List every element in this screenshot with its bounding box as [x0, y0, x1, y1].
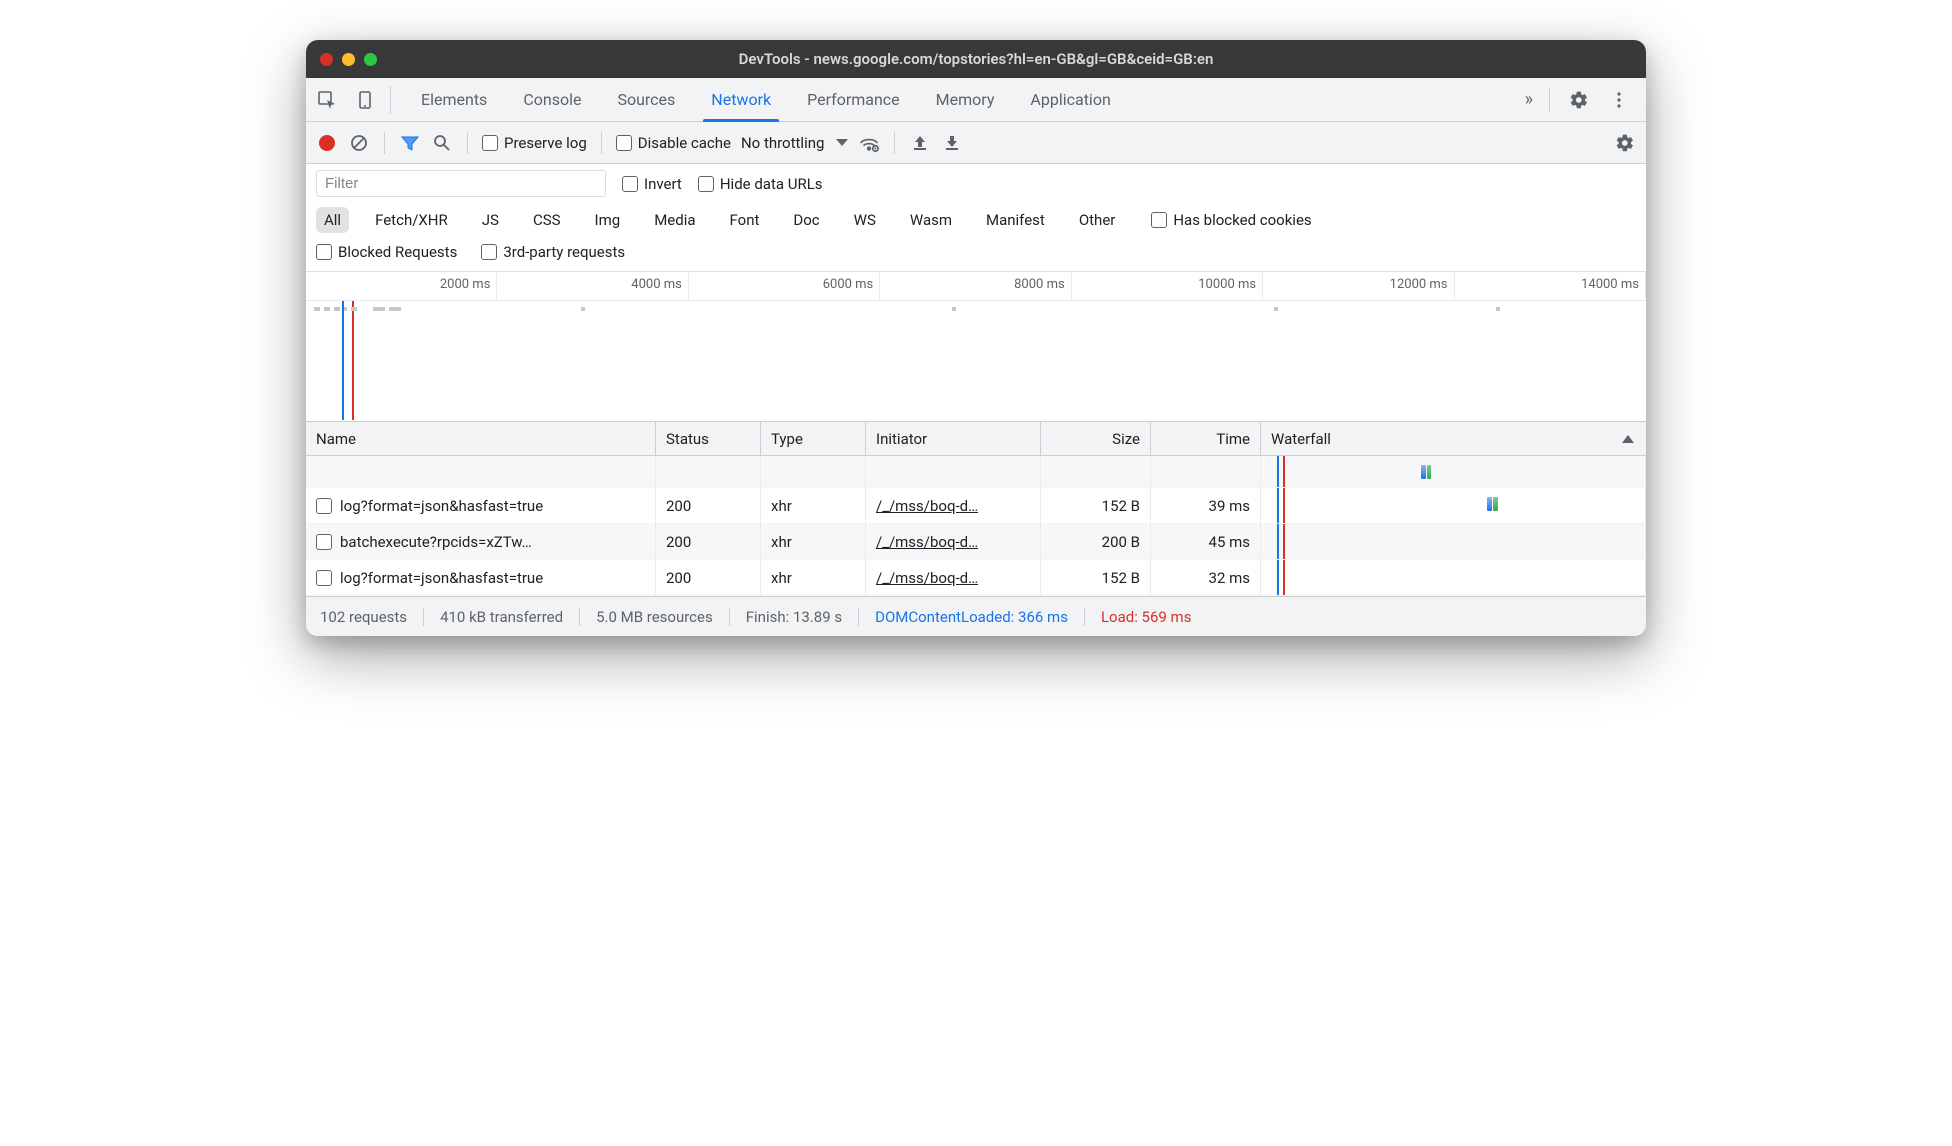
col-header-size[interactable]: Size [1041, 422, 1151, 455]
col-header-status[interactable]: Status [656, 422, 761, 455]
table-row[interactable]: batchexecute?rpcids=xZTw… 200 xhr /_/mss… [306, 524, 1646, 560]
kebab-menu-icon[interactable] [1608, 89, 1630, 111]
device-toolbar-icon[interactable] [354, 89, 376, 111]
window-title: DevTools - news.google.com/topstories?hl… [306, 50, 1646, 68]
network-conditions-icon[interactable] [858, 132, 880, 154]
row-checkbox[interactable] [316, 570, 332, 586]
col-header-type[interactable]: Type [761, 422, 866, 455]
record-button[interactable] [316, 132, 338, 154]
filter-type-media[interactable]: Media [646, 207, 703, 233]
filter-type-doc[interactable]: Doc [785, 207, 827, 233]
settings-gear-icon[interactable] [1568, 89, 1590, 111]
network-toolbar: Preserve log Disable cache No throttling [306, 122, 1646, 164]
blocked-requests-checkbox[interactable]: Blocked Requests [316, 243, 457, 261]
tab-memory[interactable]: Memory [918, 78, 1013, 121]
filter-panel: Invert Hide data URLs All Fetch/XHR JS C… [306, 164, 1646, 272]
panel-tabs: Elements Console Sources Network Perform… [403, 78, 1129, 121]
inspect-element-icon[interactable] [316, 89, 338, 111]
disable-cache-checkbox[interactable]: Disable cache [616, 134, 731, 152]
tab-performance[interactable]: Performance [789, 78, 918, 121]
table-row[interactable]: log?format=json&hasfast=true 200 xhr /_/… [306, 488, 1646, 524]
invert-checkbox[interactable]: Invert [622, 175, 682, 193]
filter-type-fetch-xhr[interactable]: Fetch/XHR [367, 207, 456, 233]
network-settings-gear-icon[interactable] [1614, 132, 1636, 154]
requests-table-body: log?format=json&hasfast=true 200 xhr /_/… [306, 456, 1646, 596]
third-party-requests-checkbox[interactable]: 3rd-party requests [481, 243, 625, 261]
filter-type-img[interactable]: Img [587, 207, 629, 233]
initiator-link[interactable]: /_/mss/boq-d… [876, 569, 978, 587]
col-header-initiator[interactable]: Initiator [866, 422, 1041, 455]
status-resources: 5.0 MB resources [580, 608, 730, 626]
filter-type-ws[interactable]: WS [846, 207, 884, 233]
initiator-link[interactable]: /_/mss/boq-d… [876, 497, 978, 515]
throttling-select[interactable]: No throttling [741, 134, 848, 152]
status-requests: 102 requests [320, 608, 424, 626]
status-transferred: 410 kB transferred [424, 608, 580, 626]
filter-input[interactable] [316, 170, 606, 197]
close-window-button[interactable] [320, 53, 333, 66]
sort-asc-icon [1622, 435, 1634, 443]
tab-network[interactable]: Network [693, 78, 789, 121]
col-header-waterfall[interactable]: Waterfall [1261, 422, 1646, 455]
filter-toggle-icon[interactable] [399, 132, 421, 154]
titlebar: DevTools - news.google.com/topstories?hl… [306, 40, 1646, 78]
clear-icon[interactable] [348, 132, 370, 154]
filter-type-js[interactable]: JS [474, 207, 507, 233]
tab-application[interactable]: Application [1012, 78, 1128, 121]
status-load: Load: 569 ms [1085, 608, 1208, 626]
col-header-time[interactable]: Time [1151, 422, 1261, 455]
table-row[interactable]: log?format=json&hasfast=true 200 xhr /_/… [306, 560, 1646, 596]
filter-type-wasm[interactable]: Wasm [902, 207, 960, 233]
upload-har-icon[interactable] [909, 132, 931, 154]
tab-elements[interactable]: Elements [403, 78, 505, 121]
load-marker [352, 301, 354, 420]
devtools-window: DevTools - news.google.com/topstories?hl… [306, 40, 1646, 636]
filter-type-css[interactable]: CSS [525, 207, 569, 233]
status-finish: Finish: 13.89 s [730, 608, 859, 626]
filter-type-other[interactable]: Other [1071, 207, 1124, 233]
initiator-link[interactable]: /_/mss/boq-d… [876, 533, 978, 551]
hide-data-urls-checkbox[interactable]: Hide data URLs [698, 175, 823, 193]
dcl-marker [342, 301, 344, 420]
minimize-window-button[interactable] [342, 53, 355, 66]
col-header-name[interactable]: Name [306, 422, 656, 455]
download-har-icon[interactable] [941, 132, 963, 154]
status-domcontentloaded: DOMContentLoaded: 366 ms [859, 608, 1085, 626]
status-bar: 102 requests 410 kB transferred 5.0 MB r… [306, 596, 1646, 636]
table-row[interactable] [306, 456, 1646, 488]
has-blocked-cookies-checkbox[interactable]: Has blocked cookies [1151, 211, 1311, 229]
row-checkbox[interactable] [316, 534, 332, 550]
requests-table-header: Name Status Type Initiator Size Time Wat… [306, 422, 1646, 456]
timeline-marks [314, 307, 401, 311]
row-checkbox[interactable] [316, 498, 332, 514]
network-overview-timeline[interactable]: 2000 ms 4000 ms 6000 ms 8000 ms 10000 ms… [306, 272, 1646, 422]
traffic-lights [306, 53, 377, 66]
tab-console[interactable]: Console [505, 78, 599, 121]
filter-type-all[interactable]: All [316, 207, 349, 233]
tab-sources[interactable]: Sources [599, 78, 693, 121]
filter-type-font[interactable]: Font [722, 207, 768, 233]
search-icon[interactable] [431, 132, 453, 154]
preserve-log-checkbox[interactable]: Preserve log [482, 134, 587, 152]
filter-type-manifest[interactable]: Manifest [978, 207, 1053, 233]
maximize-window-button[interactable] [364, 53, 377, 66]
main-tabs-row: Elements Console Sources Network Perform… [306, 78, 1646, 122]
more-tabs-icon[interactable]: » [1521, 88, 1550, 112]
chevron-down-icon [836, 139, 848, 146]
